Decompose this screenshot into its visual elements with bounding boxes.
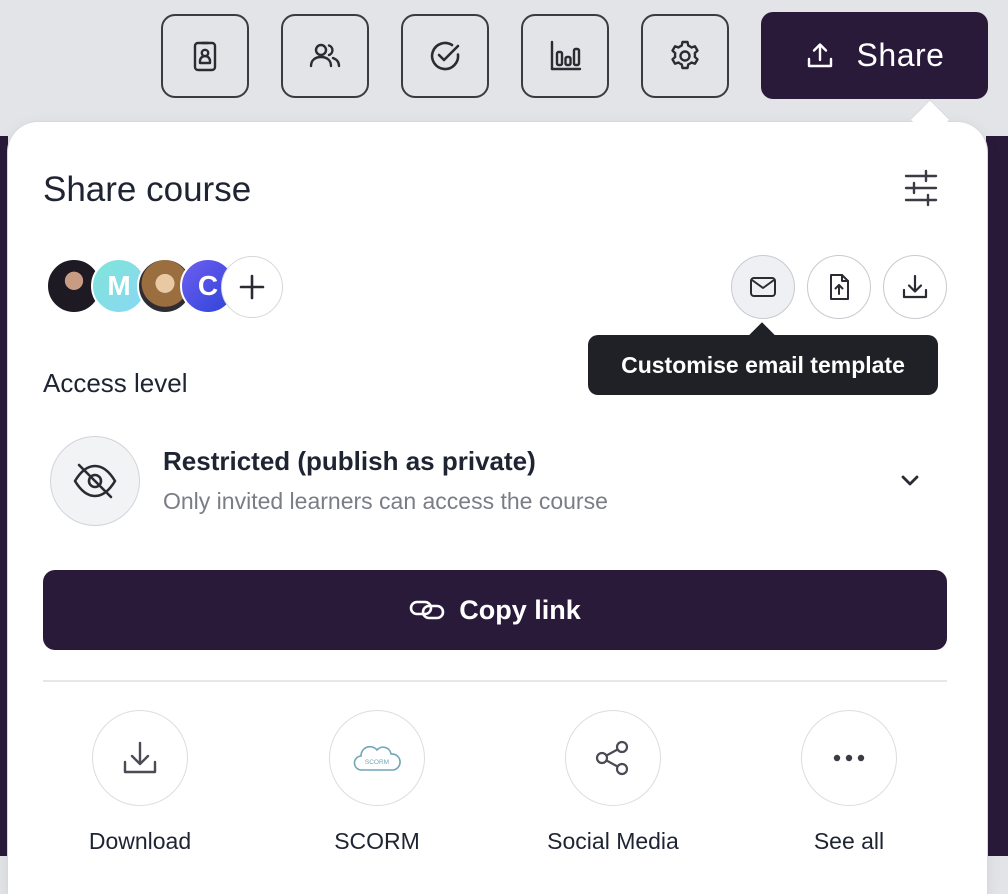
upload-file-button[interactable] [807,255,871,319]
option-label: Download [88,828,192,854]
check-circle-icon [430,41,460,71]
option-label: Social Media [547,828,679,854]
settings-button[interactable] [641,14,729,98]
download-button[interactable] [883,255,947,319]
sliders-icon[interactable] [900,168,942,208]
plus-icon [239,274,265,300]
eye-off-icon [50,436,140,526]
check-button[interactable] [401,14,489,98]
link-icon [409,600,445,620]
app-background [986,136,1008,856]
users-button[interactable] [281,14,369,98]
option-label: See all [813,828,885,854]
tooltip: Customise email template [588,335,938,395]
option-label: SCORM [334,828,420,854]
access-level-label: Access level [43,368,188,398]
option-scorm[interactable]: SCORM SCORM [287,710,467,855]
analytics-button[interactable] [521,14,609,98]
users-icon [309,43,341,68]
panel-title: Share course [43,170,252,209]
option-see-all[interactable]: See all [759,710,939,855]
access-subtitle: Only invited learners can access the cou… [163,488,608,514]
badge-button[interactable] [161,14,249,98]
email-template-button[interactable] [731,255,795,319]
badge-icon [193,41,217,72]
divider [43,680,947,682]
upload-icon [807,42,832,67]
mail-icon [750,277,776,297]
share-label: Share [856,37,945,73]
app-background [0,136,8,856]
download-icon [902,274,928,299]
bar-chart-icon [550,40,582,71]
file-upload-icon [830,274,849,300]
share-nodes-icon [595,740,629,776]
share-button[interactable]: Share [761,12,988,99]
scorm-cloud-icon: SCORM [353,745,401,771]
download-icon [123,741,157,774]
copy-link-button[interactable]: Copy link [43,570,947,650]
more-dots-icon [833,754,865,762]
add-collaborator-button[interactable] [221,256,283,318]
svg-text:SCORM: SCORM [365,759,389,766]
option-download[interactable]: Download [50,710,230,855]
access-level-select[interactable]: Restricted (publish as private) Only inv… [50,436,940,526]
copy-link-label: Copy link [459,594,581,625]
option-social-media[interactable]: Social Media [523,710,703,855]
chevron-down-icon [901,475,919,486]
gear-icon [671,40,699,70]
access-title: Restricted (publish as private) [163,446,536,476]
